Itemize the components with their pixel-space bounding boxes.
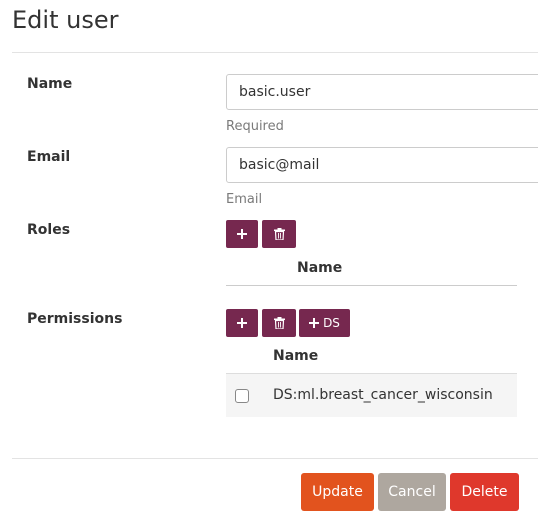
- permissions-label: Permissions: [27, 311, 123, 327]
- table-row: DS:ml.breast_cancer_wisconsin: [226, 373, 517, 417]
- add-ds-label: DS: [323, 316, 340, 330]
- delete-permission-button[interactable]: [262, 309, 296, 337]
- email-help-text: Email: [226, 192, 263, 207]
- name-label: Name: [27, 76, 73, 92]
- roles-label: Roles: [27, 222, 71, 238]
- trash-icon: [273, 317, 285, 329]
- name-input[interactable]: [226, 74, 538, 110]
- update-button[interactable]: Update: [301, 473, 374, 511]
- add-role-button[interactable]: [226, 220, 258, 248]
- permission-checkbox[interactable]: [235, 389, 249, 403]
- add-permission-button[interactable]: [226, 309, 258, 337]
- permissions-name-column-header: Name: [273, 348, 319, 364]
- delete-role-button[interactable]: [262, 220, 296, 248]
- delete-button[interactable]: Delete: [450, 473, 519, 511]
- plus-icon: [237, 229, 247, 239]
- permission-name: DS:ml.breast_cancer_wisconsin: [273, 387, 493, 403]
- roles-name-column-header: Name: [297, 260, 343, 276]
- trash-icon: [273, 228, 285, 240]
- page-title: Edit user: [12, 6, 119, 34]
- header-divider: [12, 52, 538, 53]
- plus-icon: [309, 318, 320, 328]
- roles-table-divider: [226, 285, 517, 286]
- plus-icon: [237, 318, 247, 328]
- cancel-button[interactable]: Cancel: [378, 473, 446, 511]
- add-ds-permission-button[interactable]: DS: [299, 309, 350, 337]
- email-input[interactable]: [226, 147, 538, 183]
- footer-divider: [12, 458, 538, 459]
- email-label: Email: [27, 149, 71, 165]
- name-help-text: Required: [226, 119, 284, 134]
